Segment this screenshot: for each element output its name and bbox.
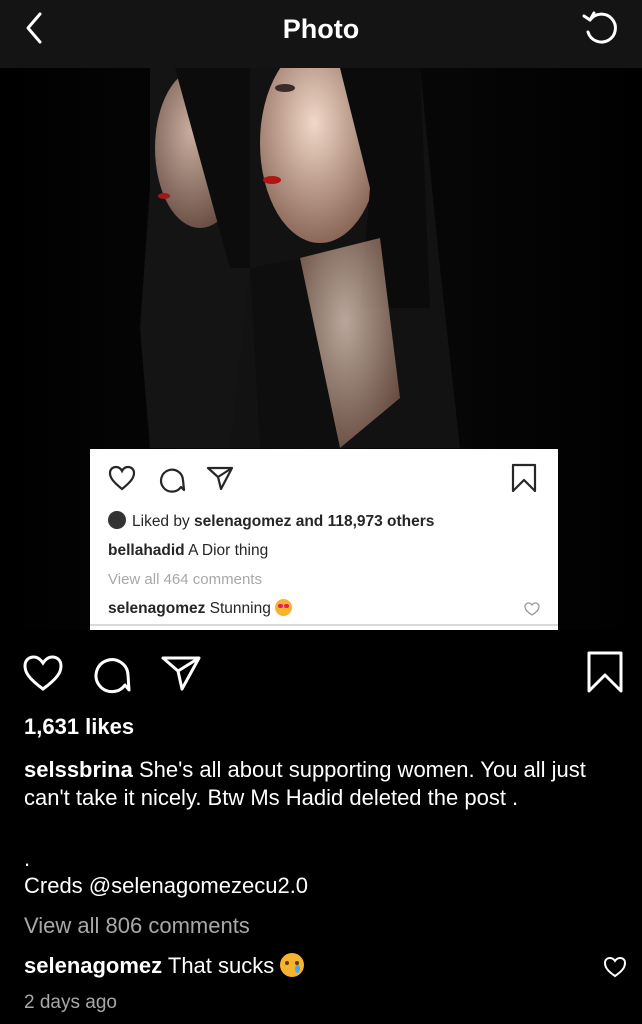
top-nav-bar: Photo bbox=[0, 0, 642, 68]
view-all-comments-link[interactable]: View all 806 comments bbox=[24, 913, 250, 939]
liked-user: selenagomez bbox=[194, 513, 292, 530]
comment-like-heart-icon[interactable] bbox=[603, 956, 627, 978]
post-caption: selssbrina She's all about supporting wo… bbox=[24, 756, 624, 812]
card-comment: selenagomez Stunning bbox=[108, 599, 292, 618]
refresh-icon[interactable] bbox=[578, 6, 622, 50]
page-title: Photo bbox=[282, 14, 360, 44]
card-comment-user: selenagomez bbox=[108, 600, 206, 617]
caption-username[interactable]: selssbrina bbox=[24, 757, 133, 782]
share-icon[interactable] bbox=[160, 654, 202, 692]
heart-eyes-emoji-icon bbox=[274, 599, 292, 616]
share-icon bbox=[206, 466, 234, 491]
comment-row: selenagomez That sucks bbox=[24, 953, 305, 979]
comment-text: That sucks bbox=[162, 953, 275, 978]
card-comment-text: Stunning bbox=[205, 600, 271, 617]
bookmark-icon[interactable] bbox=[585, 650, 625, 694]
post-photo[interactable]: Liked by selenagomez and 118,973 others … bbox=[0, 68, 642, 630]
heart-icon bbox=[108, 465, 136, 491]
embedded-post-card: Liked by selenagomez and 118,973 others … bbox=[90, 449, 558, 630]
card-view-all-comments: View all 464 comments bbox=[108, 571, 262, 588]
card-liked-by: Liked by selenagomez and 118,973 others bbox=[108, 511, 434, 531]
caption-creds: Creds @selenagomezecu2.0 bbox=[24, 873, 309, 898]
likes-count[interactable]: 1,631 likes bbox=[24, 714, 134, 740]
caption-dot: . bbox=[24, 846, 31, 871]
card-comment-heart-icon bbox=[524, 602, 540, 616]
card-divider bbox=[90, 624, 558, 626]
post-timestamp: 2 days ago bbox=[24, 992, 117, 1013]
liked-prefix: Liked by bbox=[132, 513, 195, 530]
comment-icon bbox=[159, 468, 186, 493]
card-caption-user: bellahadid bbox=[108, 542, 185, 559]
card-caption-text: A Dior thing bbox=[184, 542, 269, 559]
like-heart-icon[interactable] bbox=[22, 654, 64, 692]
liked-suffix: and 118,973 others bbox=[291, 513, 435, 530]
card-caption: bellahadid A Dior thing bbox=[108, 542, 268, 560]
crying-face-emoji-icon bbox=[280, 953, 305, 977]
comment-icon[interactable] bbox=[92, 654, 132, 694]
avatar bbox=[108, 511, 126, 529]
bookmark-icon bbox=[511, 463, 537, 493]
comment-username[interactable]: selenagomez bbox=[24, 953, 162, 978]
